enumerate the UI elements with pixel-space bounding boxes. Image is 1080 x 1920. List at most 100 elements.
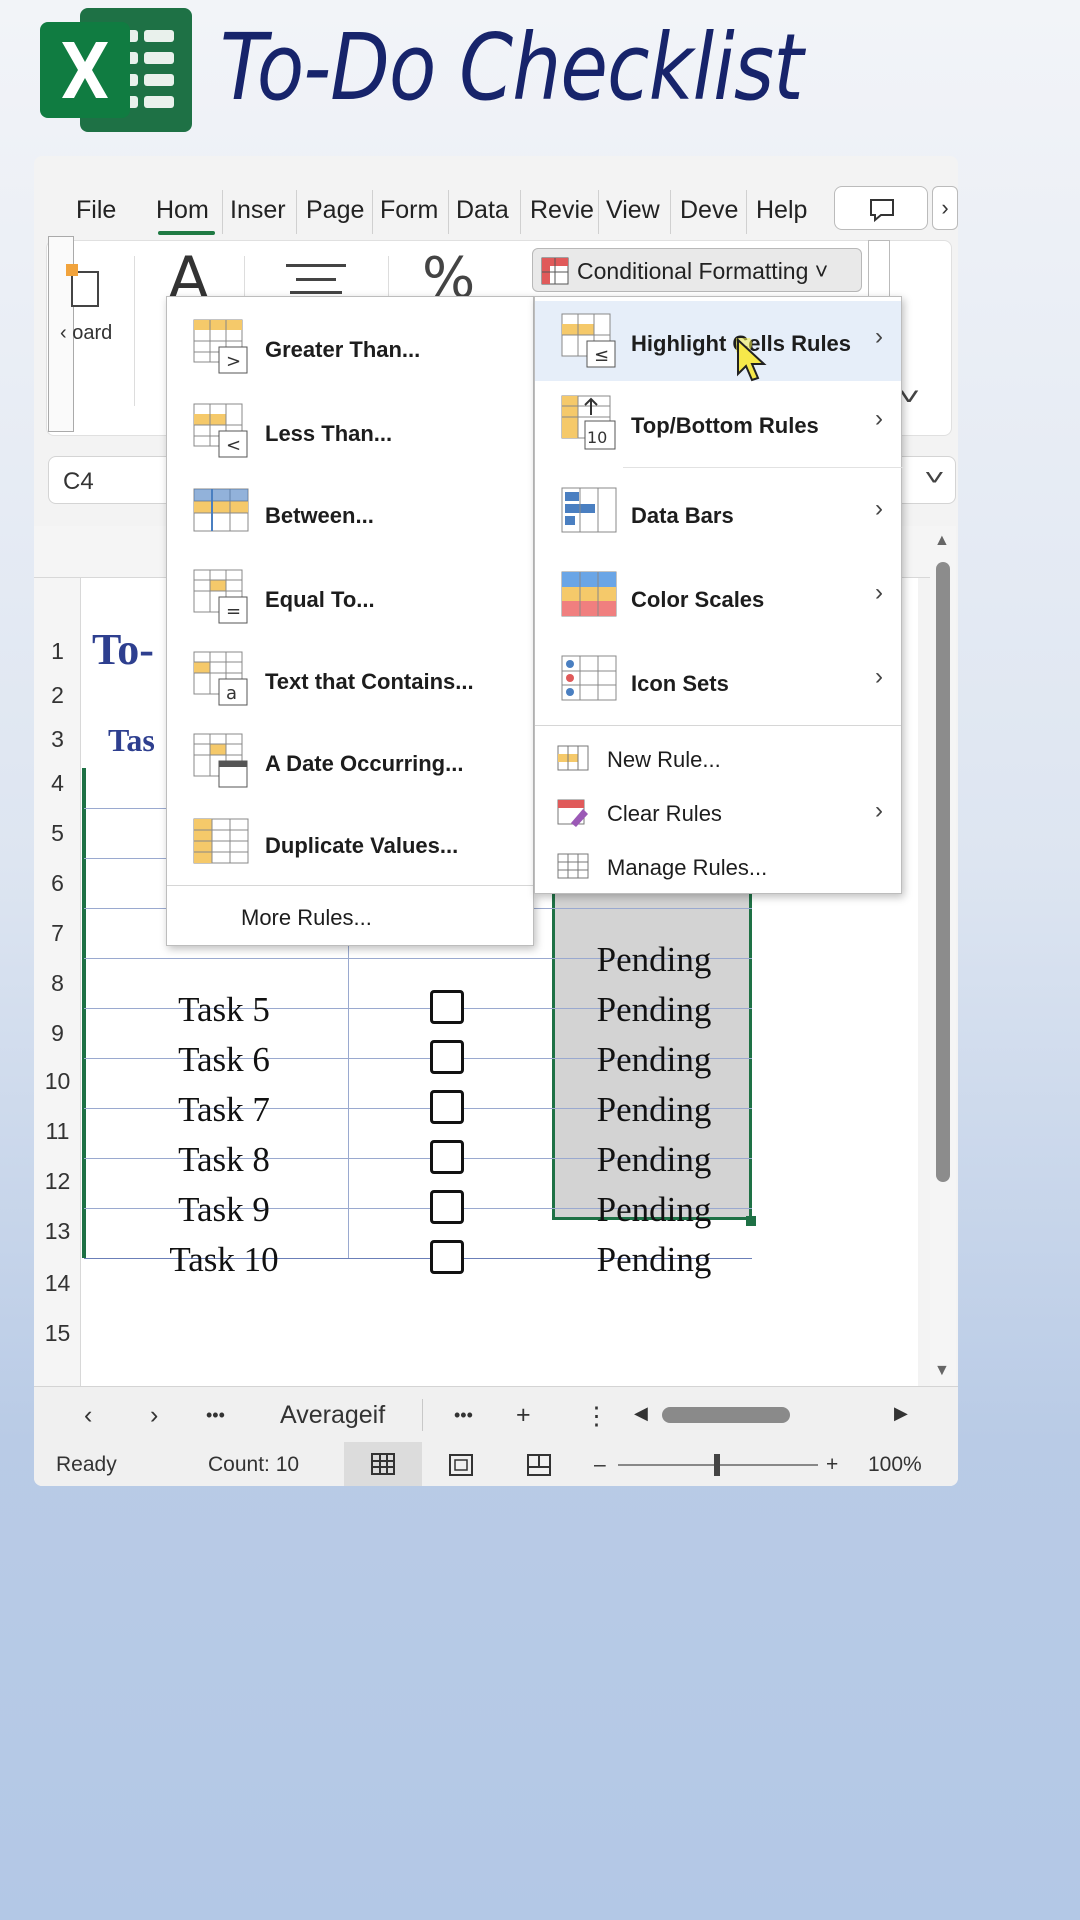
menu-item-icon-sets[interactable]: Icon Sets › [535,641,901,725]
row-number[interactable]: 10 [34,1068,81,1095]
formula-bar-expand-icon[interactable]: ˅ [924,465,945,491]
row-number[interactable]: 8 [34,970,81,997]
tab-help[interactable]: Help [756,196,807,225]
scroll-up-icon[interactable]: ▲ [934,532,950,550]
row-number[interactable]: 14 [34,1270,81,1297]
status-cell[interactable]: Pending [574,990,734,1030]
prev-sheet-button[interactable]: ‹ [84,1401,92,1430]
sheet-options-button[interactable]: ⋮ [584,1401,609,1431]
normal-view-button[interactable] [344,1442,422,1486]
conditional-formatting-icon [541,257,569,285]
status-cell[interactable]: Pending [574,940,734,980]
task-cell[interactable]: Task 5 [124,990,324,1030]
menu-item-label: A Date Occurring... [265,751,464,776]
zoom-in-button[interactable]: + [826,1453,838,1477]
scroll-left-icon[interactable]: ◀ [634,1403,648,1424]
menu-item-less-than[interactable]: < Less Than... [167,401,533,469]
fill-handle[interactable] [746,1216,756,1226]
menu-item-label: More Rules... [241,905,372,930]
tab-review[interactable]: Revie [530,196,594,225]
align-center-icon[interactable] [286,262,346,296]
vertical-scroll-thumb[interactable] [936,562,950,1182]
scroll-down-icon[interactable]: ▼ [934,1362,950,1380]
table-header-cell[interactable]: Tas [108,722,155,759]
ribbon-tabs-scroll-button[interactable]: › [932,186,958,230]
task-cell[interactable]: Task 8 [124,1140,324,1180]
comments-button[interactable] [834,186,928,230]
menu-item-top-bottom-rules[interactable]: 10 Top/Bottom Rules › [535,385,901,465]
menu-item-data-bars[interactable]: Data Bars › [535,473,901,557]
next-sheet-button[interactable]: › [150,1401,158,1430]
status-cell[interactable]: Pending [574,1190,734,1230]
clipboard-label: ‹ oard [60,322,113,344]
tab-insert[interactable]: Inser [230,196,286,225]
task-checkbox[interactable] [430,990,464,1024]
task-cell[interactable]: Task 7 [124,1090,324,1130]
page-layout-view-icon[interactable] [448,1453,474,1477]
scroll-right-icon[interactable]: ▶ [894,1403,908,1424]
menu-item-duplicate-values[interactable]: Duplicate Values... [167,813,533,881]
menu-item-manage-rules[interactable]: Manage Rules... [535,841,901,893]
row-number[interactable]: 11 [34,1118,81,1145]
task-cell[interactable]: Task 10 [124,1240,324,1280]
sheet-title-cell[interactable]: To- [92,624,154,675]
row-number[interactable]: 4 [34,770,81,797]
zoom-out-button[interactable]: – [594,1453,606,1477]
add-sheet-button[interactable]: + [516,1401,531,1430]
row-number[interactable]: 6 [34,870,81,897]
task-cell[interactable]: Task 6 [124,1040,324,1080]
tab-divider [372,190,373,234]
status-cell[interactable]: Pending [574,1240,734,1280]
row-number[interactable]: 3 [34,726,81,753]
row-number[interactable]: 9 [34,1020,81,1047]
icon-sets-icon [561,655,617,701]
sheet-tab-averageif[interactable]: Averageif [280,1401,385,1430]
menu-item-highlight-cells-rules[interactable]: ≤ Highlight Cells Rules › [535,301,901,381]
row-number[interactable]: 13 [34,1218,81,1245]
status-cell[interactable]: Pending [574,1090,734,1130]
tab-data[interactable]: Data [456,196,509,225]
tab-developer[interactable]: Deve [680,196,738,225]
task-checkbox[interactable] [430,1240,464,1274]
task-cell[interactable]: Task 9 [124,1190,324,1230]
status-cell[interactable]: Pending [574,1140,734,1180]
tab-view[interactable]: View [606,196,660,225]
row-number[interactable]: 15 [34,1320,81,1347]
menu-item-color-scales[interactable]: Color Scales › [535,557,901,641]
task-checkbox[interactable] [430,1090,464,1124]
menu-item-text-contains[interactable]: a Text that Contains... [167,649,533,717]
clear-rules-icon [557,799,588,827]
page-break-view-icon[interactable] [526,1453,552,1477]
row-number[interactable]: 7 [34,920,81,947]
row-number[interactable]: 2 [34,682,81,709]
menu-item-date-occurring[interactable]: A Date Occurring... [167,731,533,799]
row-number[interactable]: 12 [34,1168,81,1195]
tab-file[interactable]: File [76,196,116,225]
menu-item-clear-rules[interactable]: Clear Rules › [535,787,901,839]
tab-page-layout[interactable]: Page [306,196,364,225]
task-checkbox[interactable] [430,1190,464,1224]
conditional-formatting-button[interactable]: Conditional Formatting ˅ [532,248,862,292]
menu-item-equal-to[interactable]: = Equal To... [167,567,533,635]
menu-item-label: Manage Rules... [607,855,768,880]
tab-formulas[interactable]: Form [380,196,438,225]
tab-home[interactable]: Hom [156,196,209,225]
row-number[interactable]: 1 [34,638,81,665]
status-cell[interactable]: Pending [574,1040,734,1080]
menu-item-new-rule[interactable]: New Rule... [535,733,901,785]
menu-item-greater-than[interactable]: > Greater Than... [167,317,533,385]
horizontal-scroll-thumb[interactable] [662,1407,790,1423]
excel-logo-icon [40,8,192,132]
task-checkbox[interactable] [430,1040,464,1074]
ribbon-overflow-box[interactable] [868,240,890,300]
menu-item-more-rules[interactable]: More Rules... [167,895,533,939]
more-sheets-right-button[interactable]: ••• [454,1405,473,1426]
menu-item-between[interactable]: Between... [167,483,533,551]
row-number[interactable]: 5 [34,820,81,847]
task-checkbox[interactable] [430,1140,464,1174]
zoom-slider-thumb[interactable] [714,1454,720,1476]
zoom-level[interactable]: 100% [868,1453,922,1477]
svg-text:≤: ≤ [594,345,609,366]
vertical-scrollbar[interactable]: ▲ ▼ [930,526,956,1386]
more-sheets-left-button[interactable]: ••• [206,1405,225,1426]
